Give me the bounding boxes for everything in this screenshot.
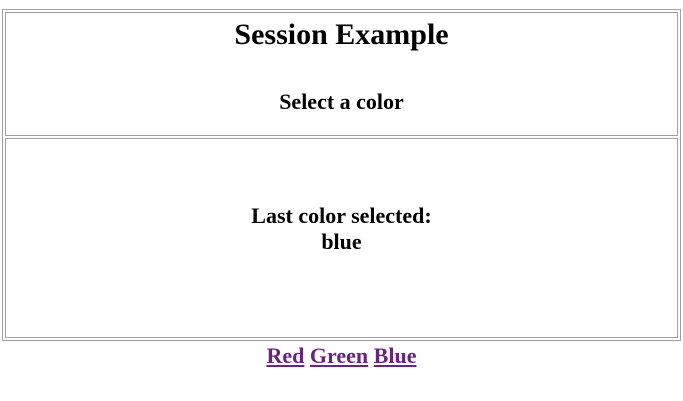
- color-links: Red Green Blue: [0, 343, 683, 369]
- page-subtitle: Select a color: [279, 89, 404, 114]
- header-cell: Session Example Select a color: [5, 12, 678, 136]
- red-link[interactable]: Red: [267, 343, 305, 368]
- layout-table: Session Example Select a color Last colo…: [2, 9, 681, 341]
- last-color-display: Last color selected: blue: [6, 203, 677, 255]
- green-link[interactable]: Green: [310, 343, 368, 368]
- page-title: Session Example: [234, 18, 449, 51]
- page: Session Example Select a color Last colo…: [0, 0, 683, 401]
- status-cell: Last color selected: blue: [5, 138, 678, 338]
- last-color-label: Last color selected:: [251, 203, 432, 228]
- blue-link[interactable]: Blue: [374, 343, 417, 368]
- last-color-value: blue: [321, 229, 362, 254]
